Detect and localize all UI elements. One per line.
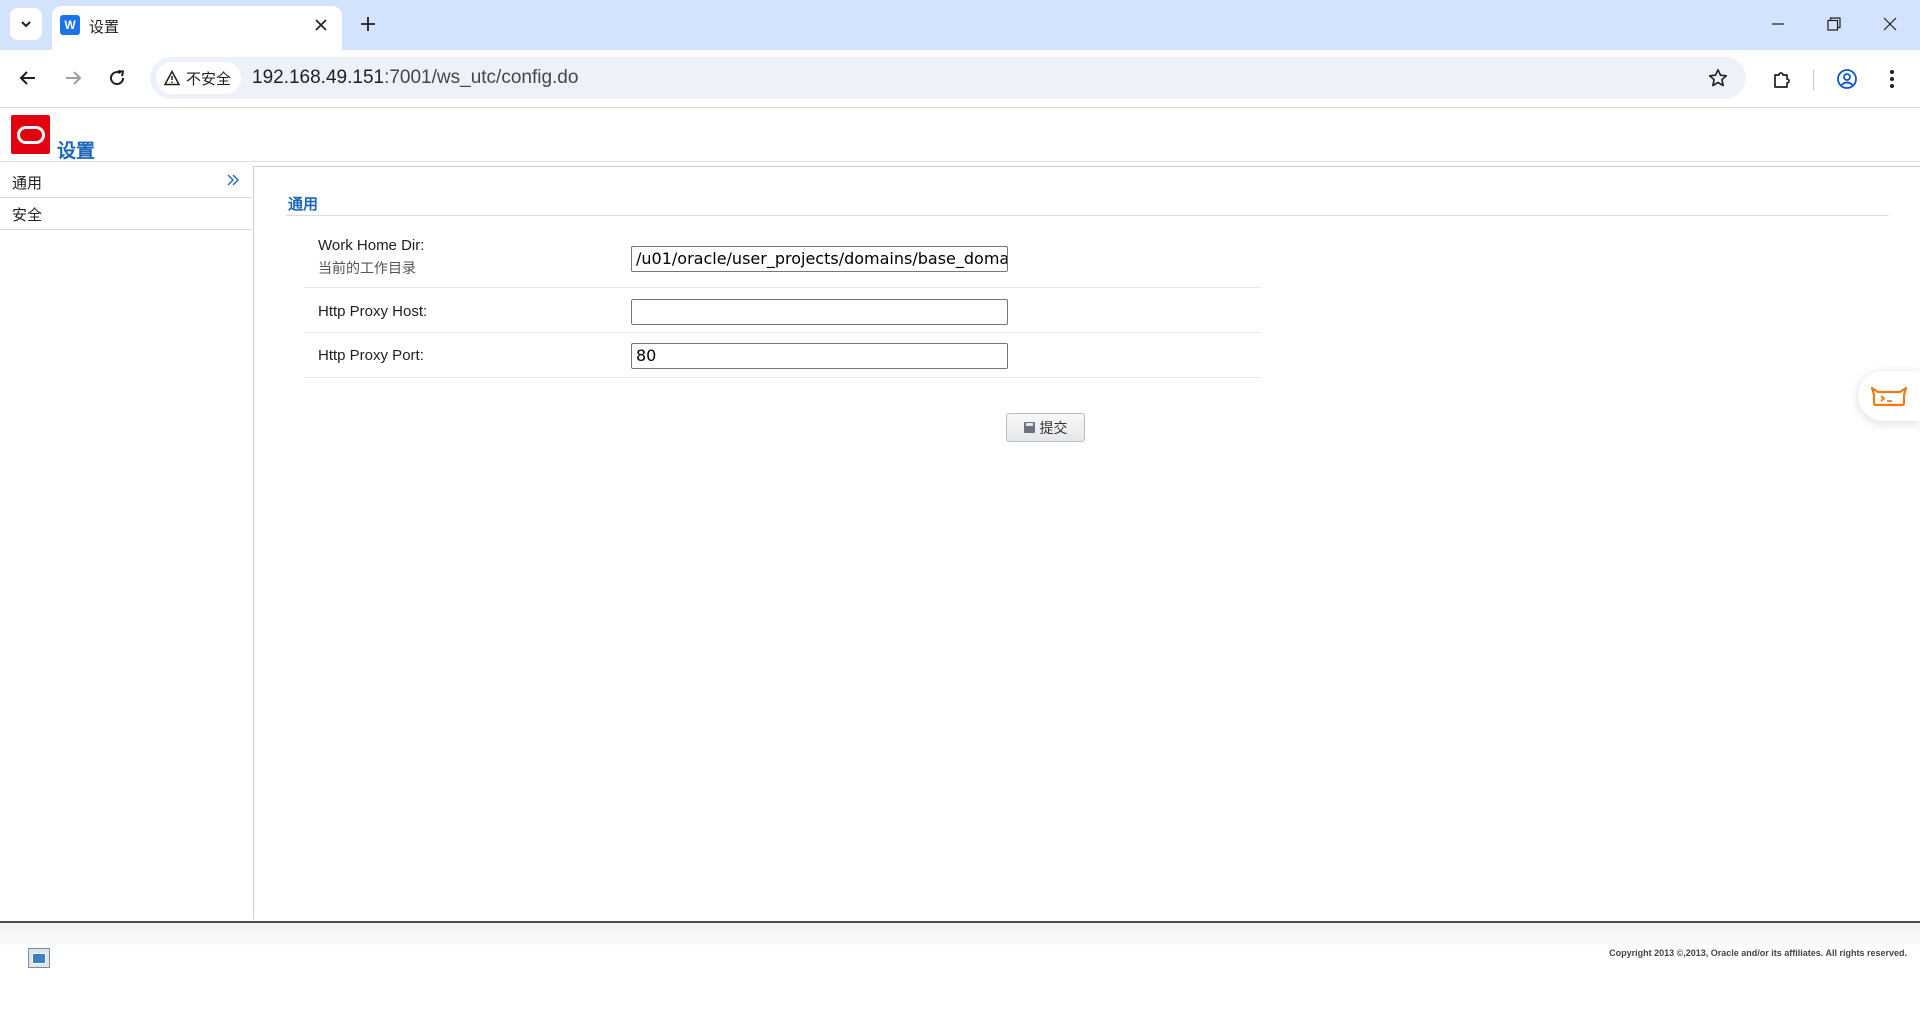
section-title: 通用 [288,195,319,213]
tab-search-button[interactable] [10,8,42,40]
work-home-dir-sublabel: 当前的工作目录 [318,260,416,276]
http-proxy-host-label: Http Proxy Host: [318,303,428,320]
close-icon [1883,17,1897,31]
work-home-dir-input[interactable]: /u01/oracle/user_projects/domains/base_d… [631,246,1008,272]
chevron-down-icon [21,21,31,28]
arrow-right-icon [66,71,82,85]
copyright-text: Copyright 2013 ©,2013, Oracle and/or its… [1609,948,1907,958]
minimize-button[interactable] [1750,0,1806,48]
security-indicator[interactable]: 不安全 [156,62,242,94]
form-row-http-proxy-host: Http Proxy Host: [304,289,1261,333]
tab-close-button[interactable] [310,14,332,36]
plus-icon [361,17,375,31]
http-proxy-port-label: Http Proxy Port: [318,347,424,364]
browser-tab[interactable]: W 设置 [52,6,342,50]
back-button[interactable] [11,61,45,95]
star-icon [1708,69,1728,87]
double-chevron-right-icon [227,174,239,186]
footer: Copyright 2013 ©,2013, Oracle and/or its… [0,921,1920,1027]
browser-tab-bar: W 设置 [0,0,1920,50]
extensions-button[interactable] [1766,63,1798,95]
http-proxy-host-input[interactable] [631,299,1008,325]
url-path: :7001/ws_utc/config.do [384,67,579,88]
assistant-widget-button[interactable] [1858,371,1920,421]
close-icon [315,19,327,31]
oracle-logo-icon [11,115,50,154]
browser-toolbar: 不安全 192.168.49.151:7001/ws_utc/config.do [0,50,1920,108]
save-icon [1023,422,1035,433]
sidebar-item-security[interactable]: 安全 [0,198,251,230]
sidebar-item-general[interactable]: 通用 [0,166,251,198]
reload-icon [110,70,125,86]
reload-button[interactable] [100,61,134,95]
account-icon [1837,69,1857,89]
arrow-left-icon [19,71,35,85]
submit-label: 提交 [1039,419,1068,436]
bookmark-star-button[interactable] [1706,66,1730,90]
profile-button[interactable] [1831,63,1863,95]
sidebar-item-label: 安全 [12,207,43,224]
restore-button[interactable] [1806,0,1862,48]
restore-icon [1827,17,1841,31]
submit-button[interactable]: 提交 [1006,413,1085,442]
weblogic-favicon-icon: W [60,15,80,35]
work-home-dir-label: Work Home Dir: [318,237,425,254]
image-icon[interactable] [28,948,50,968]
toolbar-separator [1813,70,1814,90]
sidebar-item-label: 通用 [12,175,43,192]
browser-menu-button[interactable] [1876,63,1908,95]
form-row-work-home-dir: Work Home Dir: 当前的工作目录 /u01/oracle/user_… [304,237,1261,288]
minimize-icon [1772,23,1784,25]
tab-title: 设置 [89,19,120,36]
address-bar[interactable]: 不安全 192.168.49.151:7001/ws_utc/config.do [150,57,1746,99]
new-tab-button[interactable] [353,9,383,39]
more-vertical-icon [1890,70,1894,88]
page-title: 设置 [57,140,96,162]
security-label: 不安全 [186,70,232,88]
app-header: 设置 [0,108,1920,162]
main-content: 通用 Work Home Dir: 当前的工作目录 /u01/oracle/us… [253,166,1920,919]
form-row-http-proxy-port: Http Proxy Port: 80 [304,334,1261,378]
http-proxy-port-input[interactable]: 80 [631,343,1008,369]
sidebar: 通用 安全 [0,166,251,230]
warning-icon [164,70,180,86]
close-window-button[interactable] [1862,0,1918,48]
puzzle-icon [1774,72,1790,88]
terminal-cat-icon [1870,386,1908,407]
page: 设置 通用 安全 通用 Work Home Dir: 当前的工作目录 /u01/… [0,108,1920,1027]
forward-button[interactable] [56,61,90,95]
section-divider [286,215,1889,216]
url-host: 192.168.49.151 [252,67,385,88]
url-text[interactable]: 192.168.49.151:7001/ws_utc/config.do [252,67,578,89]
